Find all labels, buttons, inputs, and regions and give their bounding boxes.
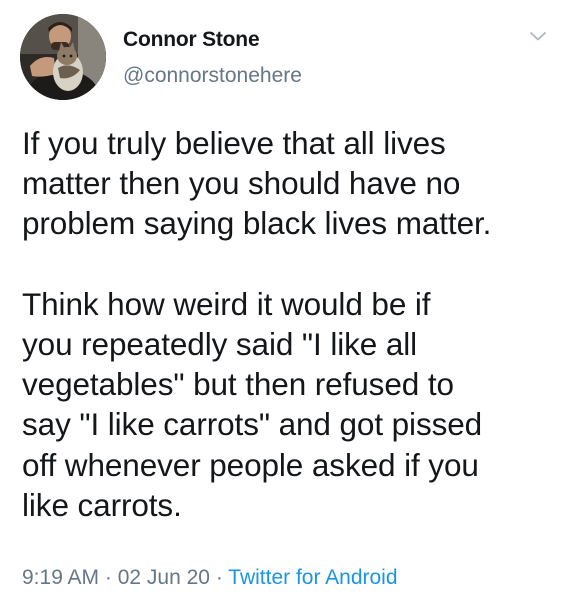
avatar[interactable] (20, 14, 106, 100)
tweet-text-line: vegetables" but then refused to (22, 366, 454, 403)
tweet-source-link[interactable]: Twitter for Android (228, 566, 397, 589)
tweet-text-line: off whenever people asked if you (22, 446, 479, 483)
tweet-text-line: Think how weird it would be if (22, 285, 431, 322)
avatar-image (20, 14, 106, 100)
display-name[interactable]: Connor Stone (123, 28, 260, 52)
tweet-time[interactable]: 9:19 AM (22, 566, 99, 589)
tweet-date[interactable]: 02 Jun 20 (118, 566, 210, 589)
tweet-text-line: like carrots. (22, 486, 182, 523)
tweet-text-line: matter then you should have no (22, 165, 461, 202)
chevron-down-icon[interactable] (526, 24, 550, 48)
meta-separator: · (209, 566, 229, 589)
tweet-text-line: you repeatedly said "I like all (22, 326, 418, 362)
user-handle[interactable]: @connorstonehere (123, 64, 302, 88)
tweet-card: Connor Stone @connorstonehere If you tru… (0, 0, 568, 600)
tweet-text-line: If you truly believe that all lives (22, 125, 446, 161)
tweet-metadata: 9:19 AM · 02 Jun 20 · Twitter for Androi… (22, 566, 398, 590)
tweet-text-line: problem saying black lives matter. (22, 205, 492, 242)
meta-separator: · (99, 566, 118, 589)
tweet-text: If you truly believe that all lives matt… (22, 123, 562, 525)
tweet-text-line: say "I like carrots" and got pissed (22, 406, 483, 443)
